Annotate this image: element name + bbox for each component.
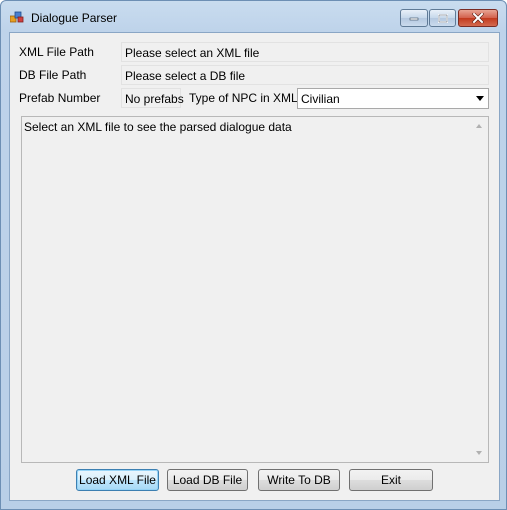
close-icon bbox=[472, 13, 484, 23]
parsed-dialogue-output[interactable]: Select an XML file to see the parsed dia… bbox=[21, 116, 489, 463]
window-title: Dialogue Parser bbox=[31, 11, 118, 25]
exit-button[interactable]: Exit bbox=[349, 469, 433, 491]
output-placeholder-text: Select an XML file to see the parsed dia… bbox=[24, 120, 292, 134]
minimize-button[interactable] bbox=[400, 9, 428, 27]
maximize-button[interactable] bbox=[429, 9, 456, 27]
write-to-db-button[interactable]: Write To DB bbox=[258, 469, 340, 491]
title-bar[interactable]: Dialogue Parser bbox=[1, 1, 506, 33]
db-file-path-label: DB File Path bbox=[19, 68, 87, 82]
minimize-icon bbox=[409, 17, 419, 21]
maximize-icon bbox=[437, 13, 448, 23]
scroll-down-icon[interactable] bbox=[476, 451, 482, 455]
scroll-up-icon[interactable] bbox=[476, 124, 482, 128]
client-area: XML File Path Please select an XML file … bbox=[9, 32, 500, 501]
xml-file-path-label: XML File Path bbox=[19, 45, 94, 59]
prefab-number-field: No prefabs bbox=[121, 88, 184, 108]
db-file-path-field: Please select a DB file bbox=[121, 65, 489, 85]
vertical-scrollbar[interactable] bbox=[471, 117, 488, 462]
xml-file-path-field: Please select an XML file bbox=[121, 42, 489, 62]
app-icon bbox=[10, 11, 24, 23]
app-window: Dialogue Parser XML File Path Please sel… bbox=[0, 0, 507, 510]
load-db-file-button[interactable]: Load DB File bbox=[167, 469, 248, 491]
npc-type-dropdown[interactable]: Civilian bbox=[297, 88, 489, 109]
load-xml-file-button[interactable]: Load XML File bbox=[76, 469, 159, 491]
npc-type-label: Type of NPC in XML bbox=[189, 91, 298, 105]
close-button[interactable] bbox=[458, 9, 498, 27]
prefab-number-label: Prefab Number bbox=[19, 91, 101, 105]
chevron-down-icon[interactable] bbox=[476, 96, 484, 101]
npc-type-selected: Civilian bbox=[301, 92, 340, 106]
